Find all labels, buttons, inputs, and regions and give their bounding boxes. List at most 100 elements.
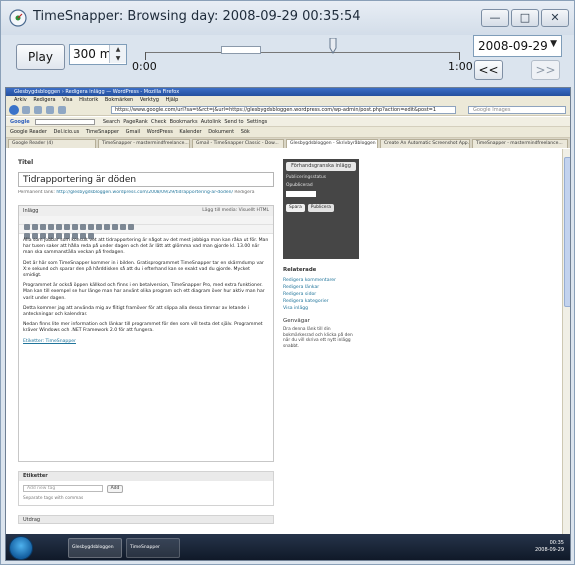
editor-mode-tabs: Lägg till media: Visuellt HTML	[202, 208, 269, 213]
post-paragraph: Detta kommer jag att använda mig av flit…	[23, 305, 249, 318]
bookmark-item: Gmail	[125, 129, 141, 135]
timeline-thumb-icon[interactable]	[329, 38, 337, 54]
add-tag-button: Add	[107, 485, 123, 493]
related-link: Redigera sidor	[283, 292, 317, 297]
window-title: TimeSnapper: Browsing day: 2008-09-29 00…	[33, 9, 361, 24]
link-icon	[96, 223, 102, 230]
post-paragraph: Alla som jobbar som konsult vet att tidr…	[23, 238, 269, 256]
post-tags-line: Etiketter: TimeSnapper	[23, 338, 76, 344]
minimize-button[interactable]: —	[481, 9, 509, 27]
post-paragraph: Det är här som TimeSnapper kommer in i b…	[23, 260, 264, 279]
speed-stepper[interactable]: ▲ ▼	[109, 45, 126, 64]
menu-item: Visa	[62, 97, 73, 103]
reload-icon	[34, 106, 42, 114]
menu-item: Verktyg	[139, 97, 159, 103]
related-link: Redigera kommentarer	[283, 278, 337, 283]
related-box: Relaterade Redigera kommentarer Redigera…	[283, 267, 359, 312]
bookmark-item: WordPress	[146, 129, 173, 135]
back-icon	[9, 105, 19, 115]
toolbar-item: Settings	[246, 119, 268, 125]
post-editor: Inlägg Lägg till media: Visuellt HTML Al…	[18, 205, 274, 462]
toolbar-item: Send to	[224, 119, 244, 125]
forward-icon	[22, 106, 30, 114]
clock-date: 2008-09-29	[534, 547, 564, 553]
playback-controls: Play 300 ms ▲ ▼ 0:00 1:00 2008-09-29 ▼ <…	[1, 35, 574, 85]
menu-item: Redigera	[33, 97, 56, 103]
post-edit-column: Titel Tidrapportering är döden Permanent…	[18, 159, 274, 524]
related-link: Redigera kategorier	[283, 299, 329, 304]
save-button: Spara	[286, 204, 305, 212]
menu-item: Bokmärken	[104, 97, 134, 103]
browser-menu-bar: Arkiv Redigera Visa Historik Bokmärken V…	[6, 96, 570, 104]
play-button[interactable]: Play	[16, 44, 65, 70]
previous-day-button[interactable]: <<	[474, 60, 503, 80]
menu-item: Arkiv	[14, 97, 27, 103]
taskbar-item: Glesbygdsbloggen	[68, 538, 122, 558]
timeline-selection	[221, 46, 261, 54]
bookmark-item: Del.icio.us	[53, 129, 80, 135]
browser-tab: Create An Automatic Screenshot App...	[380, 139, 470, 148]
title-heading: Titel	[18, 159, 34, 166]
date-dropdown[interactable]: 2008-09-29 ▼	[473, 35, 562, 57]
browser-search-box: Google Images	[468, 106, 566, 114]
maximize-button[interactable]: □	[511, 9, 539, 27]
post-paragraph: Nedan finns lite mer information och län…	[23, 322, 263, 334]
status-value: Opublicerad	[286, 183, 313, 188]
scroll-thumb	[564, 157, 570, 307]
browser-title: Glesbygdsbloggen › Redigera inlägg — Wor…	[6, 88, 570, 96]
permalink-edit: Redigera	[234, 190, 255, 195]
bookmarks-bar: Google Reader Del.icio.us TimeSnapper Gm…	[6, 127, 570, 138]
date-value: 2008-09-29	[478, 39, 548, 53]
timeline-slider[interactable]	[145, 38, 460, 60]
editor-toolbar	[19, 216, 273, 230]
browser-tab: Gmail - TimeSnapper Classic - Dow...	[192, 139, 284, 148]
bookmark-item: Dokument	[208, 129, 235, 135]
spellcheck-icon	[120, 223, 126, 230]
timesnapper-app-icon	[9, 9, 27, 27]
editor-header: Inlägg Lägg till media: Visuellt HTML	[19, 206, 273, 216]
publish-button: Publicera	[307, 204, 334, 212]
timesnapper-window: TimeSnapper: Browsing day: 2008-09-29 00…	[0, 0, 575, 565]
related-link: Visa inlägg	[283, 306, 309, 311]
chevron-down-icon[interactable]: ▼	[550, 39, 557, 49]
bookmark-item: Sök	[240, 129, 250, 135]
browser-tab: TimeSnapper - mastermindfreelance...	[472, 139, 568, 148]
publish-status-label: Publiceringsstatus	[286, 175, 327, 180]
editor-label: Inlägg	[23, 208, 39, 214]
spin-down-icon[interactable]: ▼	[109, 54, 126, 63]
toolbar-item: PageRank	[123, 119, 148, 125]
time-end-label: 1:00	[448, 60, 473, 73]
post-paragraph: Programmet är också öppen källkod och fi…	[23, 283, 265, 301]
toolbar-item: Bookmarks	[169, 119, 198, 125]
bookmark-item: Google Reader	[10, 129, 47, 135]
stop-icon	[46, 106, 54, 114]
url-bar: https://www.google.com/url?sa=t&rct=j&ur…	[111, 106, 456, 114]
close-button[interactable]: ✕	[541, 9, 569, 27]
start-button-icon	[9, 536, 33, 560]
toolbar-item: Check	[151, 119, 167, 125]
excerpt-box-header: Utdrag	[18, 515, 274, 524]
status-select	[286, 191, 316, 197]
time-start-label: 0:00	[132, 60, 157, 73]
fullscreen-icon	[128, 223, 134, 230]
browser-tab-strip: Google Reader (4) TimeSnapper - mastermi…	[6, 138, 570, 148]
spin-up-icon[interactable]: ▲	[109, 45, 126, 54]
menu-item: Historik	[79, 97, 99, 103]
taskbar-item: TimeSnapper	[126, 538, 180, 558]
permalink-label: Permanent länk:	[18, 190, 55, 195]
preview-button: Förhandsgranska inlägg	[286, 162, 356, 171]
browser-tab: Google Reader (4)	[8, 139, 96, 148]
tags-box-header: Etiketter	[19, 472, 273, 481]
clock-time: 00:35	[549, 540, 564, 546]
shortcuts-heading: Genvägar	[283, 318, 310, 324]
windows-taskbar: Glesbygdsbloggen TimeSnapper 00:35 2008-…	[6, 534, 570, 560]
browser-tab: TimeSnapper - mastermindfreelance...	[98, 139, 190, 148]
next-day-button[interactable]: >>	[531, 60, 560, 80]
shortcuts-text: Dra denna länk till din bokmärkesrad och…	[283, 327, 353, 349]
permalink-url: http://glesbygdsbloggen.wordpress.com/20…	[56, 190, 233, 195]
more-icon	[112, 223, 118, 230]
publish-box: Förhandsgranska inlägg Publiceringsstatu…	[283, 159, 359, 259]
unlink-icon	[104, 223, 110, 230]
related-link: Redigera länkar	[283, 285, 320, 290]
tray-clock: 00:35 2008-09-29	[535, 540, 564, 554]
